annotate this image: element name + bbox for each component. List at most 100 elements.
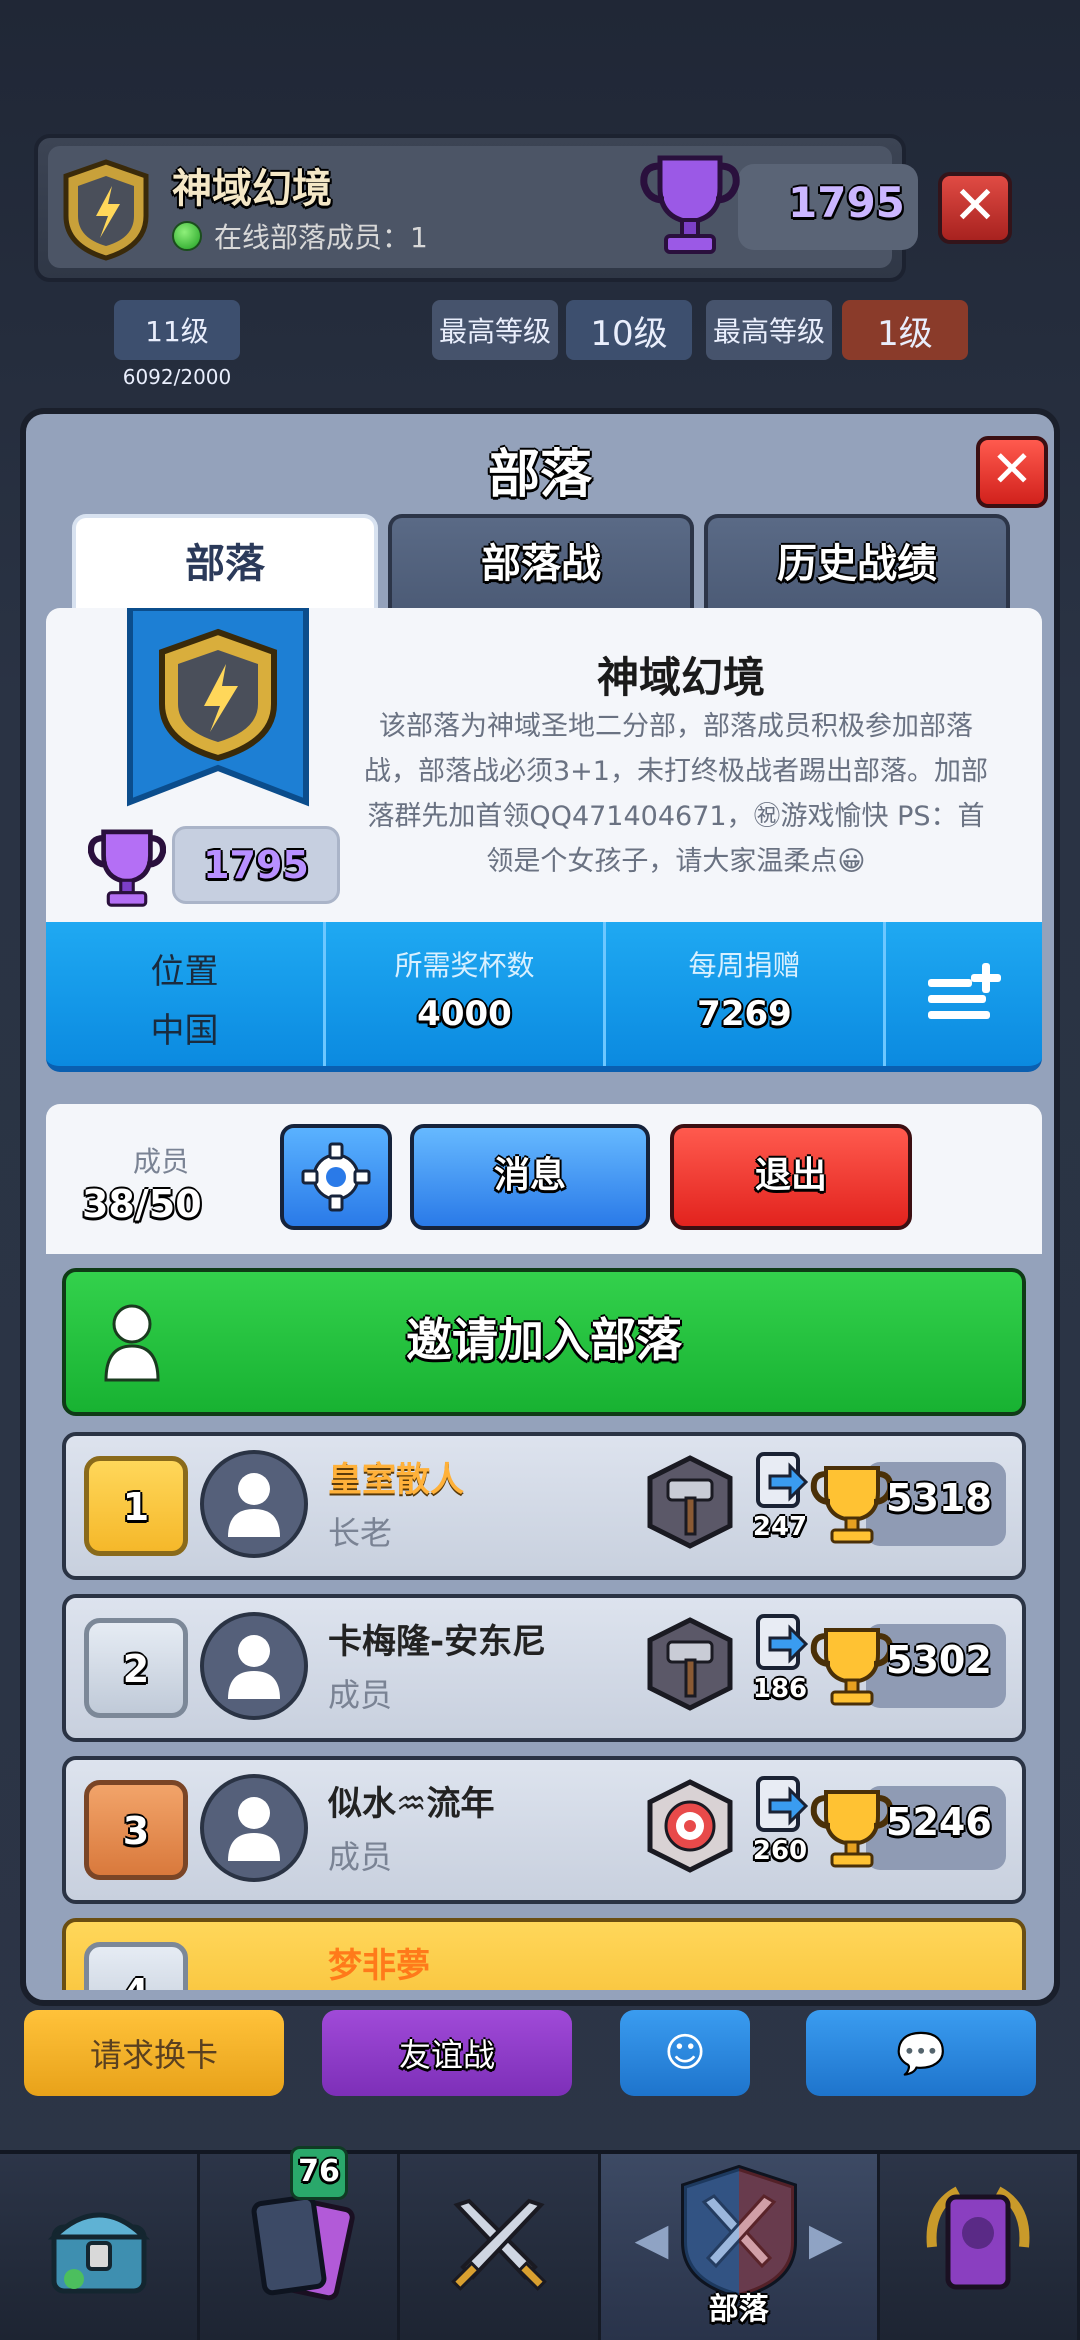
member-rank: 2: [84, 1618, 188, 1718]
clan-name: 神域幻境: [596, 653, 765, 702]
bg-level-chip: 11级: [114, 300, 240, 360]
member-list: 邀请加入部落 1 皇室散人 长老 247 5318 2 卡梅隆-安东尼 成员 1…: [46, 1254, 1042, 1990]
trophy-icon: [640, 155, 740, 254]
member-row[interactable]: 3 似水♒流年 成员 260 5246: [62, 1756, 1026, 1904]
bg-level-10-text: 10级: [590, 313, 668, 354]
modal-close-button[interactable]: ✕: [976, 436, 1048, 508]
top-trophy-value: 1795: [788, 178, 905, 227]
online-dot-icon: [172, 221, 202, 251]
tab-clan-war[interactable]: 部落战: [388, 514, 694, 614]
stat-weekly-donations: 每周捐赠 7269: [606, 922, 886, 1066]
top-clan-name: 神域幻境: [172, 166, 332, 212]
avatar-person-icon: [228, 1635, 280, 1699]
clan-stats-bar: 位置 中国 所需奖杯数 4000 每周捐赠 7269: [46, 922, 1042, 1072]
gold-trophy-icon: [810, 1628, 894, 1706]
bg-max-level-2: 最高等级: [706, 300, 832, 360]
bg-max-level-1: 最高等级: [432, 300, 558, 360]
cards-donated-icon: [756, 1614, 809, 1670]
nav-left-arrow-icon[interactable]: ◀: [635, 2214, 669, 2265]
cards-icon: [251, 2194, 355, 2301]
member-name: 卡梅隆-安东尼: [328, 1622, 547, 1662]
required-label: 所需奖杯数: [394, 949, 535, 982]
members-count: 38/50: [82, 1182, 202, 1226]
arena-hammer-icon: [647, 1617, 733, 1711]
message-button[interactable]: 消息: [410, 1124, 650, 1230]
chat-icon: 💬: [896, 2030, 946, 2077]
bg-max-level-1-text: 最高等级: [438, 315, 551, 348]
member-rank: 1: [84, 1456, 188, 1556]
avatar-person-icon: [228, 1797, 280, 1861]
avatar-person-icon: [228, 1473, 280, 1537]
member-rank: 4: [84, 1942, 188, 1990]
nav-clan-label: 部落: [708, 2292, 769, 2327]
avatar: [200, 1450, 308, 1558]
emote-icon: ☺: [664, 2030, 706, 2076]
stat-location: 位置 中国: [46, 922, 326, 1066]
arena-target-icon: [647, 1779, 733, 1873]
settings-button[interactable]: [280, 1124, 392, 1230]
emote-button[interactable]: ☺: [620, 2010, 750, 2096]
bg-level-left: 11级: [145, 315, 209, 348]
member-trophies: 5246: [886, 1800, 992, 1844]
sort-add-icon: [928, 963, 1001, 1019]
clan-description: 该部落为神域圣地二分部，部落成员积极参加部落战，部落战必须3+1，未打终极战者踢…: [364, 711, 988, 877]
stat-required-trophies: 所需奖杯数 4000: [326, 922, 606, 1066]
members-label: 成员: [132, 1145, 189, 1178]
member-name: 似水♒流年: [328, 1784, 495, 1824]
cards-donated: 260: [752, 1836, 808, 1866]
tab-bar: 部落 部落战 历史战绩: [72, 514, 1010, 614]
member-row[interactable]: 2 卡梅隆-安东尼 成员 186 5302: [62, 1594, 1026, 1742]
member-role: 长老: [328, 1514, 393, 1552]
clan-badge-icon: [63, 159, 149, 261]
member-role: 成员: [328, 1838, 393, 1876]
clan-trophy-value: 1795: [203, 843, 309, 887]
gear-icon: [301, 1142, 371, 1212]
bg-progress: 6092/2000: [112, 362, 242, 392]
nav-right-arrow-icon[interactable]: ▶: [809, 2214, 843, 2265]
member-rank: 3: [84, 1780, 188, 1880]
donations-value: 7269: [697, 994, 792, 1034]
top-close-button[interactable]: ✕: [938, 172, 1012, 244]
bg-max-level-2-text: 最高等级: [712, 315, 825, 348]
donations-label: 每周捐赠: [688, 949, 801, 982]
nav-battle[interactable]: [400, 2154, 601, 2340]
member-row[interactable]: 4 梦非夢: [62, 1918, 1026, 1990]
required-value: 4000: [417, 994, 512, 1034]
cards-count-badge: 76: [290, 2146, 348, 2200]
avatar: [200, 1612, 308, 1720]
nav-shop[interactable]: [0, 2154, 201, 2340]
clan-trophy-pill: 1795: [172, 826, 340, 904]
nav-events[interactable]: [880, 2154, 1080, 2340]
member-trophies: 5302: [886, 1638, 992, 1682]
sort-add-button[interactable]: [886, 922, 1042, 1066]
cards-donated: 186: [752, 1674, 808, 1704]
gold-trophy-icon: [810, 1466, 894, 1544]
member-row[interactable]: 1 皇室散人 长老 247 5318: [62, 1432, 1026, 1580]
bg-level-1-text: 1级: [877, 313, 933, 354]
tab-history[interactable]: 历史战绩: [704, 514, 1010, 614]
arena-hammer-icon: [647, 1455, 733, 1549]
request-cards-label: 请求换卡: [89, 2036, 218, 2074]
invite-label: 邀请加入部落: [406, 1313, 682, 1367]
nav-clan[interactable]: ◀ ▶ 部落: [600, 2154, 880, 2340]
bottom-nav: ◀ ▶ 部落: [0, 2150, 1080, 2340]
members-header: 成员 38/50 消息 退出: [46, 1104, 1042, 1254]
modal-title: 部落: [487, 445, 592, 505]
chat-button[interactable]: 💬: [806, 2010, 1036, 2096]
member-name: 皇室散人: [328, 1460, 464, 1500]
tab-clan[interactable]: 部落: [72, 514, 378, 614]
bg-progress-text: 6092/2000: [122, 365, 232, 389]
gold-trophy-icon: [810, 1790, 894, 1868]
location-label: 位置: [150, 952, 219, 992]
exit-button[interactable]: 退出: [670, 1124, 912, 1230]
bg-level-1: 1级: [842, 300, 968, 360]
avatar: [200, 1774, 308, 1882]
top-clan-banner[interactable]: 神域幻境 在线部落成员：1 1795: [34, 134, 918, 282]
member-trophies: 5318: [886, 1476, 992, 1520]
friendly-battle-button[interactable]: 友谊战: [322, 2010, 572, 2096]
member-name: 梦非夢: [328, 1946, 430, 1986]
request-cards-button[interactable]: 请求换卡: [24, 2010, 284, 2096]
cards-donated-icon: [756, 1452, 809, 1508]
clan-flag-icon: [127, 608, 309, 807]
invite-button[interactable]: 邀请加入部落: [62, 1268, 1026, 1416]
